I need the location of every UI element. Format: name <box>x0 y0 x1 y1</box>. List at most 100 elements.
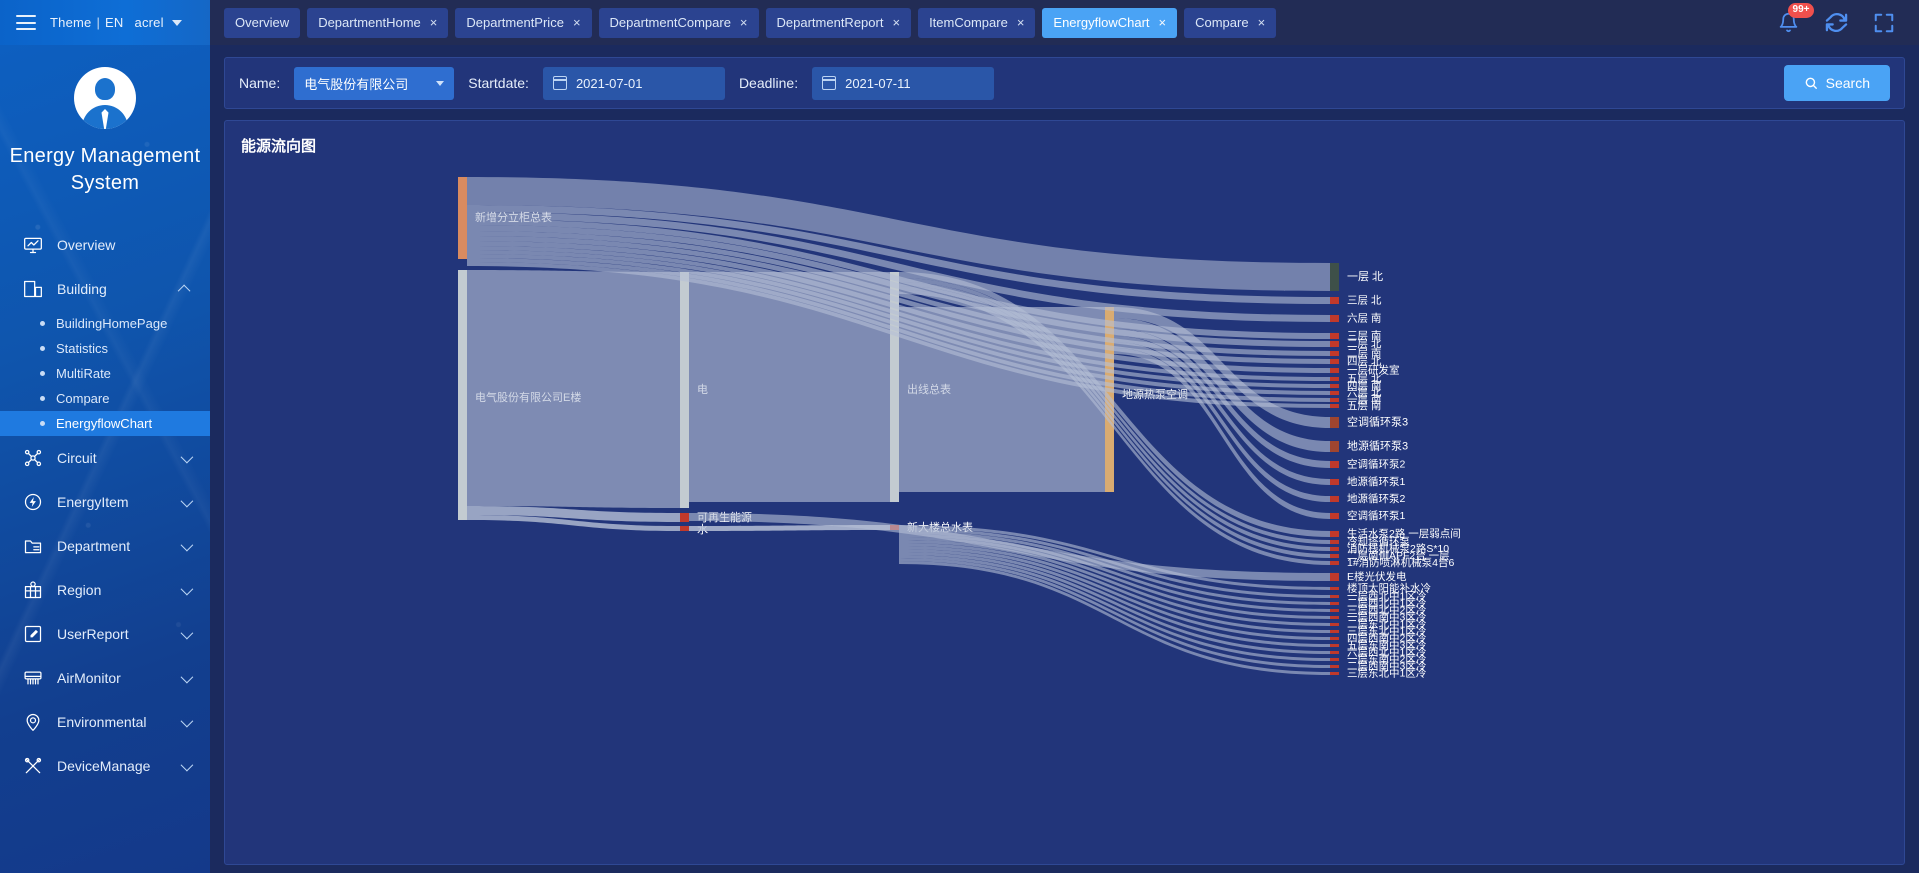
sankey-node[interactable] <box>1330 637 1339 640</box>
sankey-node[interactable] <box>1330 315 1339 322</box>
tab-overview[interactable]: Overview <box>224 7 301 38</box>
sankey-node[interactable] <box>1330 616 1339 619</box>
sankey-node[interactable] <box>458 177 467 259</box>
bell-icon[interactable]: 99+ <box>1775 2 1814 36</box>
sankey-node[interactable] <box>458 270 467 520</box>
chevron-down-icon[interactable] <box>180 626 194 639</box>
hamburger-icon[interactable] <box>16 15 36 30</box>
sidebar-item-building[interactable]: Building <box>0 267 210 311</box>
sankey-node[interactable] <box>1330 630 1339 633</box>
sankey-node[interactable] <box>680 513 689 522</box>
sankey-node[interactable] <box>1330 368 1339 373</box>
sidebar-subitem-energyflowchart[interactable]: EnergyflowChart <box>0 411 210 436</box>
sankey-node[interactable] <box>680 272 689 508</box>
sankey-node[interactable] <box>1330 531 1339 537</box>
tab-departmentprice[interactable]: DepartmentPrice × <box>455 7 592 38</box>
sankey-node[interactable] <box>1330 351 1339 356</box>
sidebar-subitem-multirate[interactable]: MultiRate <box>0 361 210 386</box>
sankey-node[interactable] <box>1330 496 1339 502</box>
tab-departmentreport[interactable]: DepartmentReport × <box>765 7 912 38</box>
sidebar-item-airmonitor[interactable]: AirMonitor <box>0 656 210 700</box>
sankey-node[interactable] <box>1330 341 1339 347</box>
tab-close-icon[interactable]: × <box>1258 16 1266 29</box>
tab-close-icon[interactable]: × <box>740 16 748 29</box>
sidebar-subitem-label: Compare <box>56 391 110 406</box>
sankey-node[interactable] <box>1330 461 1339 468</box>
theme-language-user[interactable]: Theme | EN acrel <box>50 15 182 30</box>
sidebar-subitem-label: Statistics <box>56 341 109 356</box>
sankey-node[interactable] <box>1330 479 1339 485</box>
sankey-node[interactable] <box>1330 417 1339 428</box>
chevron-down-icon[interactable] <box>180 758 194 771</box>
chevron-up-icon[interactable] <box>177 284 191 297</box>
sankey-chart[interactable]: 新增分立柜总表电气股份有限公司E楼电可再生能源水出线总表新大楼总水表地源热泵空调… <box>225 155 1904 855</box>
sankey-node[interactable] <box>1330 573 1339 581</box>
tab-itemcompare[interactable]: ItemCompare × <box>918 7 1036 38</box>
chevron-down-icon[interactable] <box>180 582 194 595</box>
sidebar-subitem-buildinghomepage[interactable]: BuildingHomePage <box>0 311 210 336</box>
sidebar-subitem-compare[interactable]: Compare <box>0 386 210 411</box>
chevron-down-icon[interactable] <box>171 19 182 26</box>
tab-close-icon[interactable]: × <box>430 16 438 29</box>
tab-close-icon[interactable]: × <box>1017 16 1025 29</box>
chevron-down-icon[interactable] <box>180 538 194 551</box>
tab-close-icon[interactable]: × <box>892 16 900 29</box>
language-label[interactable]: EN <box>105 15 123 30</box>
sankey-node[interactable] <box>1330 297 1339 304</box>
sankey-node[interactable] <box>1330 595 1339 598</box>
tab-close-icon[interactable]: × <box>1159 16 1167 29</box>
sankey-node[interactable] <box>1330 587 1339 590</box>
sidebar-subitem-statistics[interactable]: Statistics <box>0 336 210 361</box>
sankey-node[interactable] <box>1330 609 1339 612</box>
user-label[interactable]: acrel <box>135 15 164 30</box>
sankey-node[interactable] <box>680 526 689 531</box>
theme-label[interactable]: Theme <box>50 15 91 30</box>
chevron-down-icon[interactable] <box>180 450 194 463</box>
sankey-node[interactable] <box>1330 384 1339 388</box>
sankey-node[interactable] <box>1330 404 1339 408</box>
sankey-node[interactable] <box>1330 672 1339 675</box>
sidebar-item-energyitem[interactable]: EnergyItem <box>0 480 210 524</box>
sankey-node[interactable] <box>1330 359 1339 364</box>
sidebar-item-devicemanage[interactable]: DeviceManage <box>0 744 210 788</box>
sankey-node[interactable] <box>1330 377 1339 381</box>
sankey-node[interactable] <box>1330 651 1339 654</box>
chevron-down-icon[interactable] <box>180 494 194 507</box>
startdate-value: 2021-07-01 <box>575 75 643 91</box>
sidebar-item-department[interactable]: Department <box>0 524 210 568</box>
fullscreen-icon[interactable] <box>1871 10 1897 36</box>
sankey-node[interactable] <box>1330 547 1339 551</box>
sankey-node[interactable] <box>1330 561 1339 565</box>
chevron-down-icon[interactable] <box>180 714 194 727</box>
tab-departmenthome[interactable]: DepartmentHome × <box>307 7 449 38</box>
sankey-node[interactable] <box>1330 644 1339 647</box>
sankey-node[interactable] <box>1330 554 1339 558</box>
sidebar-item-overview[interactable]: Overview <box>0 223 210 267</box>
sankey-node[interactable] <box>1330 441 1339 452</box>
chevron-down-icon[interactable] <box>180 670 194 683</box>
deadline-input[interactable]: 2021-07-11 <box>812 66 995 100</box>
sidebar-item-userreport[interactable]: UserReport <box>0 612 210 656</box>
tab-compare[interactable]: Compare × <box>1184 7 1277 38</box>
sankey-node[interactable] <box>1330 602 1339 605</box>
company-select[interactable]: 电气股份有限公司 <box>294 66 455 100</box>
tab-close-icon[interactable]: × <box>573 16 581 29</box>
sankey-node[interactable] <box>1330 665 1339 668</box>
search-button[interactable]: Search <box>1783 65 1890 101</box>
sankey-node[interactable] <box>1330 658 1339 661</box>
startdate-input[interactable]: 2021-07-01 <box>542 66 725 100</box>
sankey-node[interactable] <box>1330 623 1339 626</box>
sankey-node[interactable] <box>1330 540 1339 544</box>
sankey-node[interactable] <box>1330 391 1339 395</box>
tab-departmentcompare[interactable]: DepartmentCompare × <box>598 7 759 38</box>
sidebar-item-circuit[interactable]: Circuit <box>0 436 210 480</box>
sidebar-item-environmental[interactable]: Environmental <box>0 700 210 744</box>
sankey-node[interactable] <box>1330 513 1339 519</box>
tab-energyflowchart[interactable]: EnergyflowChart × <box>1042 7 1178 38</box>
sankey-node[interactable] <box>1330 398 1339 402</box>
sankey-node[interactable] <box>1330 263 1339 291</box>
sankey-node-label: 空调循环泵2 <box>1347 457 1405 470</box>
sidebar-item-region[interactable]: Region <box>0 568 210 612</box>
refresh-icon[interactable] <box>1823 10 1849 36</box>
sankey-node[interactable] <box>1330 333 1339 339</box>
